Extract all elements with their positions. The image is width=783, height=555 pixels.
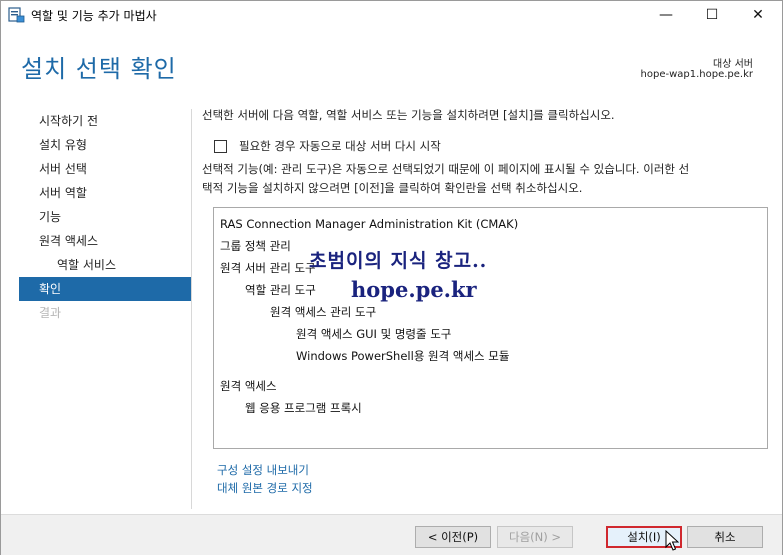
feature-item-remote-access-gui: 원격 액세스 GUI 및 명령줄 도구: [296, 327, 452, 341]
nav-item-results: 결과: [39, 306, 62, 320]
restart-checkbox[interactable]: [214, 139, 227, 153]
feature-item-group-policy: 그룹 정책 관리: [220, 239, 291, 253]
wizard-window: 역할 및 기능 추가 마법사 — ☐ ✕ 설치 선택 확인 대상 서버 hope…: [0, 0, 783, 555]
mouse-cursor-icon: [665, 530, 679, 551]
nav-item-installation-type[interactable]: 설치 유형: [19, 133, 191, 157]
nav-item-remote-access[interactable]: 원격 액세스: [19, 229, 191, 253]
minimize-button[interactable]: —: [643, 1, 689, 29]
feature-item-rsat: 원격 서버 관리 도구: [220, 261, 316, 275]
previous-button[interactable]: < 이전(P): [415, 526, 491, 548]
intro-text: 선택한 서버에 다음 역할, 역할 서비스 또는 기능을 설치하려면 [설치]를…: [202, 108, 615, 122]
maximize-button[interactable]: ☐: [689, 1, 735, 29]
window-title: 역할 및 기능 추가 마법사: [31, 9, 157, 23]
nav-divider: [191, 109, 192, 509]
feature-item-cmak: RAS Connection Manager Administration Ki…: [220, 217, 519, 231]
minimize-icon: —: [659, 7, 673, 23]
next-button: 다음(N) >: [497, 526, 573, 548]
feature-item-web-app-proxy: 웹 응용 프로그램 프록시: [245, 401, 362, 415]
target-server-label: 대상 서버: [713, 59, 753, 70]
note-line-1: 선택적 기능(예: 관리 도구)은 자동으로 선택되었기 때문에 이 페이지에 …: [202, 162, 690, 176]
feature-item-role-admin-tools: 역할 관리 도구: [245, 283, 316, 297]
page-title: 설치 선택 확인: [21, 55, 177, 83]
server-manager-icon: [8, 7, 25, 23]
nav-item-confirmation[interactable]: 확인: [19, 277, 191, 301]
feature-item-remote-access-mgmt-tools: 원격 액세스 관리 도구: [270, 305, 377, 319]
cancel-button[interactable]: 취소: [687, 526, 763, 548]
close-icon: ✕: [752, 7, 764, 23]
nav-item-before-you-begin[interactable]: 시작하기 전: [19, 109, 191, 133]
restart-option[interactable]: 필요한 경우 자동으로 대상 서버 다시 시작: [214, 138, 441, 154]
restart-checkbox-label[interactable]: 필요한 경우 자동으로 대상 서버 다시 시작: [239, 138, 441, 154]
wizard-header: 설치 선택 확인 대상 서버 hope-wap1.hope.pe.kr: [1, 29, 782, 97]
nav-item-role-services[interactable]: 역할 서비스: [19, 253, 191, 277]
optional-features-note: 선택적 기능(예: 관리 도구)은 자동으로 선택되었기 때문에 이 페이지에 …: [202, 160, 768, 198]
nav-item-server-selection[interactable]: 서버 선택: [19, 157, 191, 181]
alternate-source-link[interactable]: 대체 원본 경로 지정: [217, 480, 313, 496]
nav-item-features[interactable]: 기능: [19, 205, 191, 229]
target-server-name: hope-wap1.hope.pe.kr: [640, 69, 753, 80]
selected-features-list[interactable]: RAS Connection Manager Administration Ki…: [213, 207, 768, 449]
title-bar: 역할 및 기능 추가 마법사 — ☐ ✕: [1, 1, 782, 29]
feature-item-remote-access: 원격 액세스: [220, 379, 277, 393]
maximize-icon: ☐: [705, 7, 719, 23]
export-config-link[interactable]: 구성 설정 내보내기: [217, 462, 309, 478]
wizard-navigation: 시작하기 전 설치 유형 서버 선택 서버 역할 기능 원격 액세스 역할 서비…: [19, 109, 191, 325]
close-button[interactable]: ✕: [735, 1, 781, 29]
nav-item-server-roles[interactable]: 서버 역할: [19, 181, 191, 205]
note-line-2: 택적 기능을 설치하지 않으려면 [이전]을 클릭하여 확인란을 선택 취소하십…: [202, 181, 583, 195]
feature-item-powershell-module: Windows PowerShell용 원격 액세스 모듈: [296, 349, 510, 363]
